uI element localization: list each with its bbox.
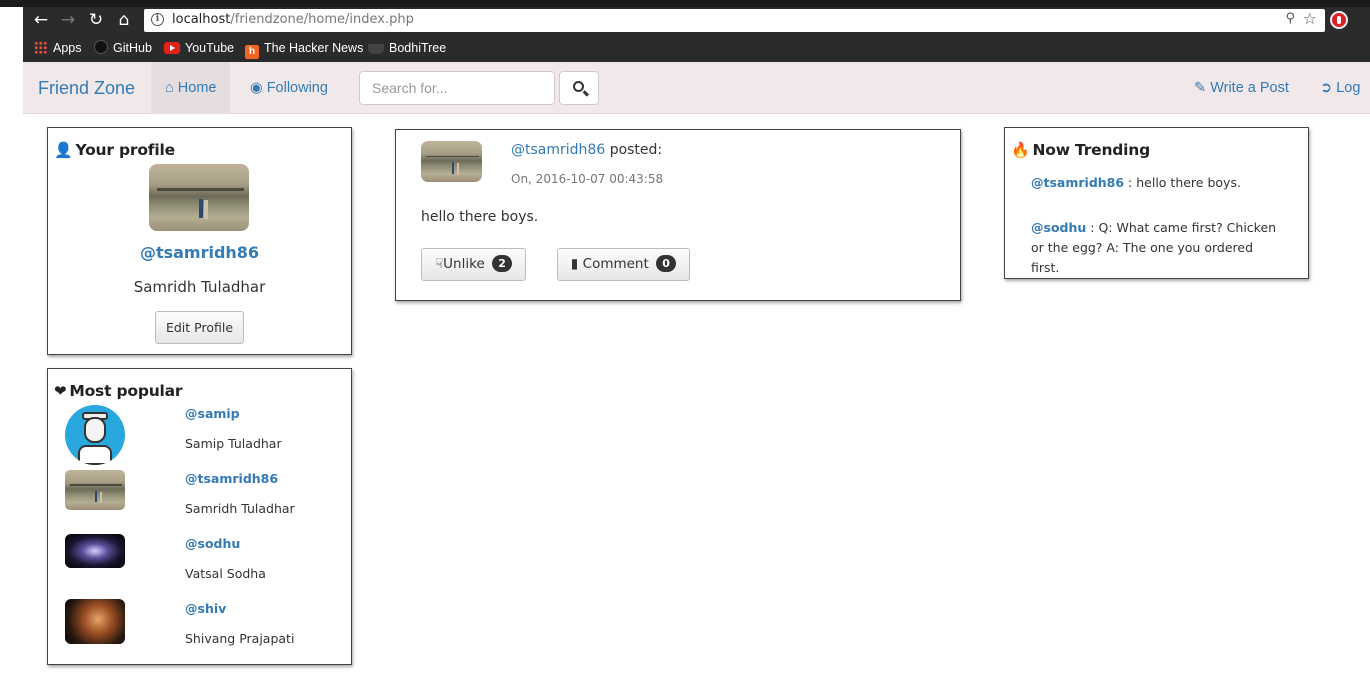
avatar-body bbox=[78, 445, 112, 465]
youtube-icon bbox=[164, 42, 180, 54]
avatar-face bbox=[84, 417, 106, 443]
popular-user-handle[interactable]: @samip bbox=[185, 406, 240, 421]
info-icon[interactable]: i bbox=[151, 13, 164, 26]
forward-icon[interactable]: → bbox=[56, 7, 80, 34]
house-icon: ⌂ bbox=[165, 80, 174, 96]
bookmark-bodhitree[interactable]: BodhiTree bbox=[368, 34, 446, 62]
eye-icon: ◉ bbox=[250, 80, 263, 96]
popular-user-name: Shivang Prajapati bbox=[185, 631, 295, 646]
unlike-label: Unlike bbox=[443, 256, 485, 272]
profile-card-title: 👤 Your profile bbox=[54, 141, 175, 159]
nav-logout-label: Log bbox=[1336, 80, 1361, 96]
popular-user-name: Samip Tuladhar bbox=[185, 436, 282, 451]
bookmark-label: YouTube bbox=[185, 41, 235, 55]
trending-card-title-text: Now Trending bbox=[1032, 141, 1151, 159]
nav-home[interactable]: ⌂ Home bbox=[151, 62, 231, 114]
pencil-icon: ✎ bbox=[1194, 80, 1207, 96]
user-icon: 👤 bbox=[54, 141, 73, 159]
comment-button[interactable]: ▮ Comment 0 bbox=[557, 248, 690, 281]
key-icon[interactable]: ⚲ bbox=[1285, 11, 1295, 26]
nav-write-post[interactable]: ✎ Write a Post bbox=[1180, 62, 1303, 114]
nav-following[interactable]: ◉ Following bbox=[236, 62, 342, 114]
bookmark-label: Apps bbox=[53, 41, 82, 55]
user-avatar[interactable] bbox=[65, 534, 125, 568]
bookmark-apps[interactable]: Apps bbox=[34, 34, 82, 62]
reload-icon[interactable]: ↻ bbox=[84, 7, 108, 34]
logout-icon: ➲ bbox=[1320, 80, 1333, 96]
popular-card-title: ❤ Most popular bbox=[54, 382, 183, 400]
popular-user-name: Samridh Tuladhar bbox=[185, 501, 295, 516]
bookmark-youtube[interactable]: YouTube bbox=[164, 34, 234, 62]
nav-home-label: Home bbox=[177, 80, 217, 96]
popular-card-title-text: Most popular bbox=[69, 382, 183, 400]
popular-user-handle[interactable]: @shiv bbox=[185, 601, 226, 616]
fire-icon: 🔥 bbox=[1011, 141, 1030, 159]
thumbs-down-icon: ☟ bbox=[434, 256, 444, 272]
trending-item-handle[interactable]: @tsamridh86 bbox=[1031, 175, 1124, 190]
bookmark-github[interactable]: GitHub bbox=[94, 34, 152, 62]
popular-card: ❤ Most popular @samip Samip Tuladhar @tsa… bbox=[47, 368, 352, 665]
apps-grid-icon bbox=[34, 41, 47, 54]
post-posted-label: posted: bbox=[609, 142, 663, 158]
extension-icon[interactable] bbox=[1330, 11, 1348, 29]
bookmark-hacker-news[interactable]: h The Hacker News bbox=[245, 34, 363, 62]
search-input[interactable] bbox=[359, 71, 555, 105]
graduation-cap-icon bbox=[368, 44, 384, 54]
user-avatar[interactable] bbox=[65, 599, 125, 644]
nav-logout[interactable]: ➲ Log bbox=[1306, 62, 1370, 114]
profile-avatar bbox=[149, 164, 249, 231]
bookmark-label: The Hacker News bbox=[264, 41, 364, 55]
post-author-avatar[interactable] bbox=[421, 141, 482, 182]
brand-link[interactable]: Friend Zone bbox=[38, 62, 135, 114]
bookmark-star-icon[interactable]: ☆ bbox=[1303, 9, 1317, 28]
search-icon bbox=[573, 81, 584, 92]
hacker-news-icon: h bbox=[245, 45, 259, 59]
user-avatar[interactable] bbox=[65, 405, 125, 465]
address-bar[interactable]: i localhost/friendzone/home/index.php ⚲ … bbox=[144, 9, 1325, 32]
post-author-handle[interactable]: @tsamridh86 bbox=[511, 142, 605, 158]
search-button[interactable] bbox=[559, 71, 599, 105]
edit-profile-button[interactable]: Edit Profile bbox=[155, 311, 244, 344]
bookmarks-bar: Apps GitHub YouTube h The Hacker News Bod… bbox=[23, 34, 1370, 62]
url-text: localhost/friendzone/home/index.php bbox=[172, 12, 414, 27]
post-timestamp: On, 2016-10-07 00:43:58 bbox=[511, 172, 664, 186]
post-card: @tsamridh86 posted: On, 2016-10-07 00:43… bbox=[395, 129, 961, 301]
url-path: /friendzone/home/index.php bbox=[230, 12, 414, 27]
github-icon bbox=[94, 40, 108, 54]
nav-write-post-label: Write a Post bbox=[1210, 80, 1289, 96]
window-top-bar bbox=[0, 0, 1370, 7]
post-header: @tsamridh86 posted: bbox=[511, 142, 662, 158]
user-avatar[interactable] bbox=[65, 470, 125, 510]
comment-icon: ▮ bbox=[570, 256, 579, 272]
profile-card: 👤 Your profile @tsamridh86 Samridh Tuladh… bbox=[47, 127, 352, 355]
trending-item: @tsamridh86 : hello there boys. bbox=[1031, 173, 1281, 193]
home-icon[interactable]: ⌂ bbox=[112, 7, 136, 34]
post-body: hello there boys. bbox=[421, 209, 539, 225]
bookmark-label: BodhiTree bbox=[389, 41, 447, 55]
popular-user-name: Vatsal Sodha bbox=[185, 566, 266, 581]
url-host: localhost bbox=[172, 12, 231, 27]
trending-item-text: : hello there boys. bbox=[1124, 175, 1241, 190]
back-icon[interactable]: ← bbox=[29, 7, 53, 34]
trending-item: @sodhu : Q: What came first? Chicken or … bbox=[1031, 218, 1281, 278]
heart-icon: ❤ bbox=[54, 382, 67, 400]
popular-user-handle[interactable]: @sodhu bbox=[185, 536, 240, 551]
browser-toolbar: ← → ↻ ⌂ i localhost/friendzone/home/inde… bbox=[23, 7, 1370, 34]
comment-label: Comment bbox=[582, 256, 649, 272]
profile-handle[interactable]: @tsamridh86 bbox=[48, 243, 351, 262]
comment-count-badge: 0 bbox=[656, 255, 677, 272]
popular-user-handle[interactable]: @tsamridh86 bbox=[185, 471, 278, 486]
bookmark-label: GitHub bbox=[113, 41, 152, 55]
profile-card-title-text: Your profile bbox=[75, 141, 175, 159]
profile-name: Samridh Tuladhar bbox=[133, 278, 266, 296]
unlike-count-badge: 2 bbox=[492, 255, 513, 272]
app-navbar: Friend Zone ⌂ Home ◉ Following ✎ Write a… bbox=[23, 62, 1370, 114]
trending-card: 🔥 Now Trending @tsamridh86 : hello there … bbox=[1004, 127, 1309, 279]
trending-item-handle[interactable]: @sodhu bbox=[1031, 220, 1086, 235]
trending-card-title: 🔥 Now Trending bbox=[1011, 141, 1150, 159]
nav-following-label: Following bbox=[266, 80, 328, 96]
unlike-button[interactable]: ☟Unlike 2 bbox=[421, 248, 526, 281]
